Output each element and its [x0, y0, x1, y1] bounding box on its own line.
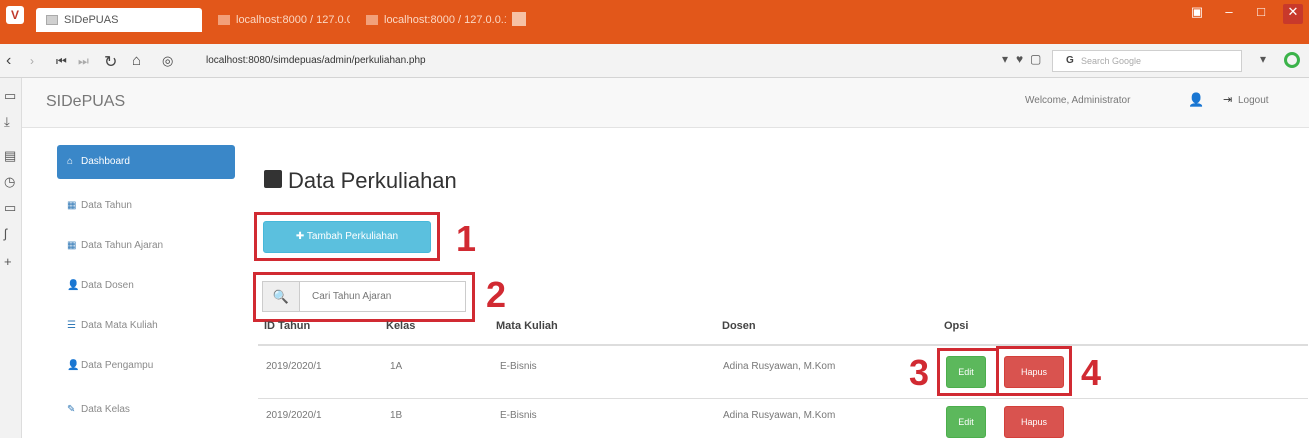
forward-icon[interactable]: › [30, 54, 34, 68]
home-icon: ⌂ [67, 156, 74, 167]
pencil-icon: ✎ [67, 404, 76, 415]
notes-icon[interactable]: ▤ [4, 148, 16, 164]
logout-icon[interactable]: ⇥ [1223, 93, 1232, 106]
callout-number-3: 3 [909, 352, 930, 393]
table-header-divider [258, 344, 1308, 346]
browser-tab-phpmyadmin-1[interactable]: localhost:8000 / 127.0.0.1 [208, 8, 350, 32]
bookmark-icon[interactable]: ♥ [1016, 52, 1023, 66]
sidebar-item-label: Data Pengampu [81, 360, 154, 371]
tab-favicon-icon [46, 15, 58, 26]
site-info-icon[interactable]: ◎ [162, 53, 173, 69]
sidebar-item-label: Data Kelas [81, 404, 130, 415]
edit-button[interactable]: Edit [946, 356, 986, 388]
table-icon: ▦ [67, 240, 77, 251]
maximize-icon[interactable]: □ [1251, 4, 1271, 24]
cell-kelas: 1A [390, 361, 403, 372]
cell-mata-kuliah: E-Bisnis [500, 410, 537, 421]
add-perkuliahan-button[interactable]: ✚ Tambah Perkuliahan [263, 221, 431, 253]
tab-label: localhost:8000 / 127.0.0.1 [384, 14, 506, 26]
column-header-mata-kuliah: Mata Kuliah [496, 320, 558, 332]
cell-mata-kuliah: E-Bisnis [500, 361, 537, 372]
book-icon [264, 170, 282, 188]
browser-logo-icon[interactable]: V [6, 6, 24, 24]
tab-label: SIDePUAS [64, 14, 119, 26]
sidebar-item-data-tahun-ajaran[interactable]: ▦ Data Tahun Ajaran [57, 229, 235, 263]
google-search-icon: G [1066, 55, 1074, 66]
rewind-icon[interactable]: ⏮ [56, 54, 67, 69]
new-tab-button[interactable] [512, 12, 526, 26]
user-icon: 👤 [67, 360, 80, 371]
edit-button[interactable]: Edit [946, 406, 986, 438]
cell-id-tahun: 2019/2020/1 [266, 361, 322, 372]
column-header-opsi: Opsi [944, 320, 969, 332]
cell-dosen: Adina Rusyawan, M.Kom [723, 410, 836, 421]
extension-icon[interactable] [1284, 52, 1300, 68]
browser-tab-phpmyadmin-2[interactable]: localhost:8000 / 127.0.0.1 [356, 8, 506, 32]
sidebar-item-label: Dashboard [81, 156, 130, 167]
table-icon: ▦ [67, 200, 77, 211]
user-icon: 👤 [67, 280, 80, 291]
tab-label: localhost:8000 / 127.0.0.1 [236, 14, 350, 26]
reload-icon[interactable]: ↻ [104, 52, 117, 72]
sidebar-item-label: Data Tahun Ajaran [81, 240, 164, 251]
tab-menu-icon[interactable]: ▣ [1187, 4, 1207, 24]
sidebar-item-data-tahun[interactable]: ▦ Data Tahun [57, 189, 235, 223]
dropdown-icon[interactable]: ▾ [1002, 52, 1008, 66]
sidebar-item-data-kelas[interactable]: ✎ Data Kelas [57, 393, 235, 427]
callout-number-2: 2 [486, 274, 507, 315]
brand-name[interactable]: SIDePUAS [46, 93, 125, 111]
table-row-divider [258, 398, 1308, 399]
back-icon[interactable]: ‹ [6, 52, 11, 70]
tab-favicon-icon [218, 15, 230, 26]
browser-titlebar: V SIDePUAS localhost:8000 / 127.0.0.1 lo… [0, 0, 1309, 44]
minimize-icon[interactable]: – [1219, 4, 1239, 24]
close-icon[interactable]: ✕ [1283, 4, 1303, 24]
browser-tab-sidepuas[interactable]: SIDePUAS [36, 8, 202, 32]
cell-dosen: Adina Rusyawan, M.Kom [723, 361, 836, 372]
plus-icon: ✚ [295, 231, 307, 242]
url-field[interactable]: localhost:8080/simdepuas/admin/perkuliah… [206, 52, 996, 70]
search-dropdown-icon[interactable]: ▾ [1260, 52, 1266, 66]
history-icon[interactable]: ◷ [4, 174, 15, 190]
callout-number-4: 4 [1081, 352, 1102, 393]
sidebar-item-label: Data Mata Kuliah [81, 320, 158, 331]
callout-number-1: 1 [456, 218, 477, 259]
window-panel-icon[interactable]: ▭ [4, 200, 16, 216]
sync-icon[interactable]: ʃ [4, 226, 7, 241]
sidebar-item-data-pengampu[interactable]: 👤 Data Pengampu [57, 349, 235, 383]
page-title: Data Perkuliahan [288, 168, 457, 193]
column-header-id-tahun: ID Tahun [264, 320, 311, 332]
welcome-text: Welcome, Administrator [1025, 95, 1131, 106]
sidebar-item-data-mata-kuliah[interactable]: ☰ Data Mata Kuliah [57, 309, 235, 343]
snapshot-icon[interactable]: ▢ [1030, 52, 1041, 66]
browser-search-input[interactable]: Search Google [1052, 50, 1242, 72]
column-header-dosen: Dosen [722, 320, 756, 332]
app-navbar: SIDePUAS Welcome, Administrator 👤 ⇥ Logo… [22, 78, 1309, 128]
tab-favicon-icon [366, 15, 378, 26]
sidebar-item-data-dosen[interactable]: 👤 Data Dosen [57, 269, 235, 303]
window-controls: ▣ – □ ✕ [1187, 4, 1303, 24]
sidebar-item-dashboard[interactable]: ⌂ Dashboard [57, 145, 235, 179]
cell-kelas: 1B [390, 410, 403, 421]
sidebar-item-label: Data Dosen [81, 280, 134, 291]
sidebar-item-label: Data Tahun [81, 200, 132, 211]
address-bar: ‹ › ⏮ ⏭ ↻ ⌂ ◎ localhost:8080/simdepuas/a… [0, 44, 1309, 78]
add-button-label: Tambah Perkuliahan [306, 231, 399, 242]
list-icon: ☰ [67, 320, 76, 331]
column-header-kelas: Kelas [386, 320, 416, 332]
home-icon[interactable]: ⌂ [132, 52, 141, 69]
browser-side-panel: ▭ ⤓ ▤ ◷ ▭ ʃ + [0, 78, 22, 438]
speed-dial-icon[interactable]: ▭ [4, 88, 16, 104]
search-tahun-ajaran-input[interactable] [299, 281, 466, 312]
downloads-icon[interactable]: ⤓ [4, 114, 10, 130]
hapus-button[interactable]: Hapus [1004, 356, 1064, 388]
cell-id-tahun: 2019/2020/1 [266, 410, 322, 421]
user-icon: 👤 [1188, 92, 1205, 107]
add-panel-icon[interactable]: + [4, 254, 12, 269]
search-icon: 🔍 [262, 281, 300, 312]
logout-link[interactable]: Logout [1238, 95, 1269, 106]
hapus-button[interactable]: Hapus [1004, 406, 1064, 438]
fast-forward-icon[interactable]: ⏭ [78, 54, 89, 69]
